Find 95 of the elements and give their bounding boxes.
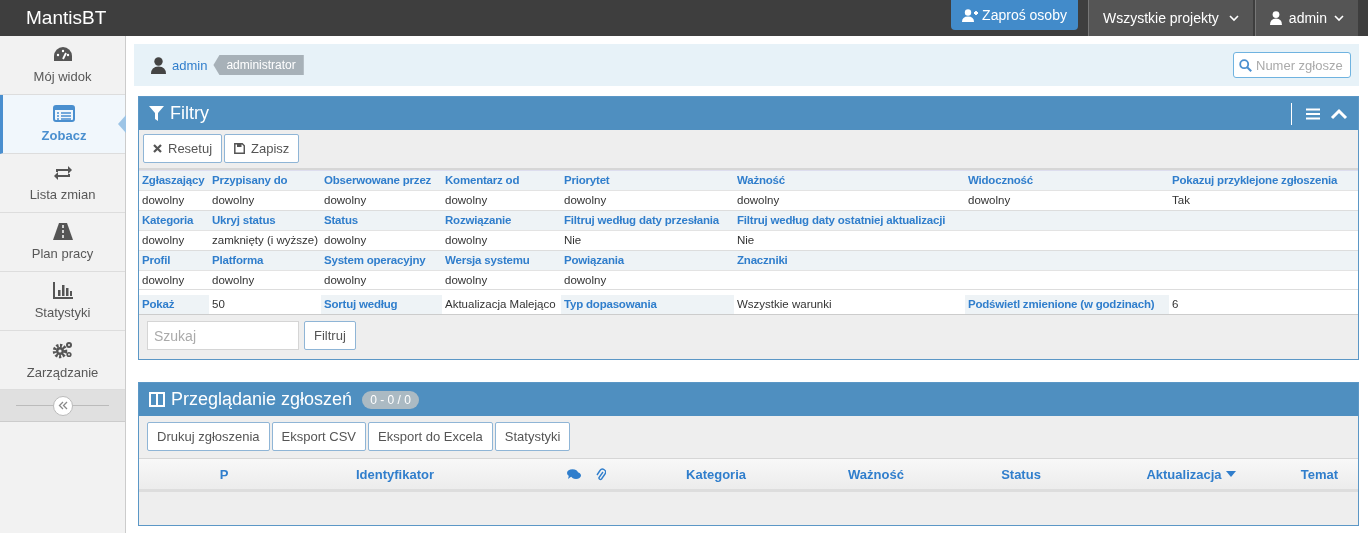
collapse-icon[interactable] <box>1330 107 1348 120</box>
paperclip-icon[interactable] <box>596 467 606 481</box>
column-header[interactable]: Kategoria <box>686 466 746 482</box>
filter-label[interactable]: Filtruj według daty przesłania <box>561 211 734 230</box>
toolbar-button[interactable]: Statystyki <box>494 422 571 451</box>
filter-value: Aktualizacja Malejąco <box>444 297 557 312</box>
filter-label[interactable]: Przypisany do <box>209 171 321 190</box>
swap-arrows-icon <box>52 164 73 181</box>
filter-value: Nie <box>736 233 756 248</box>
user-icon <box>151 56 166 74</box>
filter-label[interactable]: Kategoria <box>139 211 209 230</box>
filter-value: dowolny <box>141 193 186 208</box>
filter-value: dowolny <box>444 233 489 248</box>
dashboard-icon <box>52 46 73 63</box>
column-header[interactable]: P <box>219 466 229 482</box>
columns-icon <box>149 392 165 407</box>
filter-value: dowolny <box>967 193 1012 208</box>
filter-label[interactable]: Rozwiązanie <box>442 211 561 230</box>
filter-value: Nie <box>563 233 583 248</box>
filter-label[interactable]: Sortuj według <box>321 295 442 314</box>
invite-button[interactable]: Zaproś osoby <box>951 0 1078 30</box>
filter-value: dowolny <box>323 193 368 208</box>
filter-value: dowolny <box>323 233 368 248</box>
project-menu[interactable]: Wszystkie projekty <box>1087 0 1253 36</box>
filter-label[interactable]: Status <box>321 211 442 230</box>
gears-icon <box>51 340 74 359</box>
user-menu[interactable]: admin <box>1254 0 1358 36</box>
filter-label[interactable]: Podświetl zmienione (w godzinach) <box>965 295 1169 314</box>
column-header[interactable]: Identyfikator <box>356 466 434 482</box>
sidebar-item[interactable]: Zobacz <box>0 95 125 154</box>
toolbar-button[interactable]: Drukuj zgłoszenia <box>147 422 270 451</box>
filter-label[interactable]: Wersja systemu <box>442 251 561 270</box>
search-field[interactable]: Szukaj <box>147 321 299 350</box>
column-header[interactable]: Aktualizacja <box>1146 466 1236 482</box>
toolbar-button[interactable]: Eksport CSV <box>271 422 367 451</box>
filter-value: dowolny <box>444 273 489 288</box>
filter-value: Tak <box>1171 193 1191 208</box>
filter-value: Wszystkie warunki <box>736 297 833 312</box>
user-icon <box>1269 11 1282 25</box>
add-user-icon <box>962 8 979 22</box>
toolbar-button[interactable]: Eksport do Excela <box>368 422 493 451</box>
close-icon <box>153 144 162 153</box>
filter-value: 6 <box>1171 297 1180 312</box>
filter-label[interactable]: Znaczniki <box>734 251 965 270</box>
filter-value: dowolny <box>141 233 186 248</box>
issue-number-field[interactable]: Numer zgłosze <box>1233 52 1351 78</box>
comments-icon[interactable] <box>567 468 581 480</box>
search-icon <box>1239 58 1252 72</box>
role-tag: administrator <box>213 55 304 75</box>
bar-chart-icon <box>52 282 73 299</box>
road-icon <box>52 223 73 240</box>
filter-value: dowolny <box>211 273 256 288</box>
filter-label[interactable]: Filtruj według daty ostatniej aktualizacji <box>734 211 965 230</box>
filter-label[interactable]: Pokaż <box>139 295 209 314</box>
filter-label[interactable]: Profil <box>139 251 209 270</box>
sort-down-icon <box>1225 471 1236 477</box>
column-header[interactable]: Temat <box>1300 466 1339 482</box>
filter-value: dowolny <box>211 193 256 208</box>
list-icon <box>53 105 75 122</box>
filter-value: dowolny <box>444 193 489 208</box>
filter-label[interactable]: Powiązania <box>561 251 734 270</box>
count-badge: 0 - 0 / 0 <box>362 390 419 409</box>
filter-value: zamknięty (i wyższe) <box>211 233 320 248</box>
chevron-down-icon <box>1228 14 1239 22</box>
reset-button[interactable]: Resetuj <box>143 134 223 163</box>
column-header[interactable]: Ważność <box>848 466 904 482</box>
app-title[interactable]: MantisBT <box>26 7 107 29</box>
filter-value: dowolny <box>563 273 608 288</box>
filter-value: dowolny <box>323 273 368 288</box>
user-link[interactable]: admin <box>172 57 208 73</box>
filter-label[interactable]: Typ dopasowania <box>561 295 734 314</box>
filter-value: dowolny <box>563 193 608 208</box>
filter-value: 50 <box>211 297 226 312</box>
save-button[interactable]: Zapisz <box>224 134 300 163</box>
chevron-down-icon <box>1334 14 1344 22</box>
filter-label[interactable]: Platforma <box>209 251 321 270</box>
collapse-sidebar-button[interactable] <box>52 395 73 416</box>
filter-label[interactable]: System operacyjny <box>321 251 442 270</box>
filter-value: dowolny <box>141 273 186 288</box>
filter-label[interactable]: Widoczność <box>965 171 1169 190</box>
filter-value: dowolny <box>736 193 781 208</box>
menu-icon[interactable] <box>1306 107 1320 120</box>
column-header[interactable]: Status <box>1001 466 1041 482</box>
filter-label[interactable]: Obserwowane przez <box>321 171 442 190</box>
filter-label[interactable]: Zgłaszający <box>139 171 209 190</box>
filters-title: Filtry <box>170 103 209 124</box>
filter-label[interactable]: Komentarz od <box>442 171 561 190</box>
filter-icon <box>149 106 164 121</box>
issues-title: Przeglądanie zgłoszeń <box>171 389 353 410</box>
filter-label[interactable]: Priorytet <box>561 171 734 190</box>
filter-label[interactable]: Pokazuj przyklejone zgłoszenia <box>1169 171 1358 190</box>
filter-button[interactable]: Filtruj <box>304 321 356 350</box>
filter-label[interactable]: Ważność <box>734 171 965 190</box>
double-chevron-left-icon <box>57 401 68 410</box>
filter-label[interactable]: Ukryj status <box>209 211 321 230</box>
